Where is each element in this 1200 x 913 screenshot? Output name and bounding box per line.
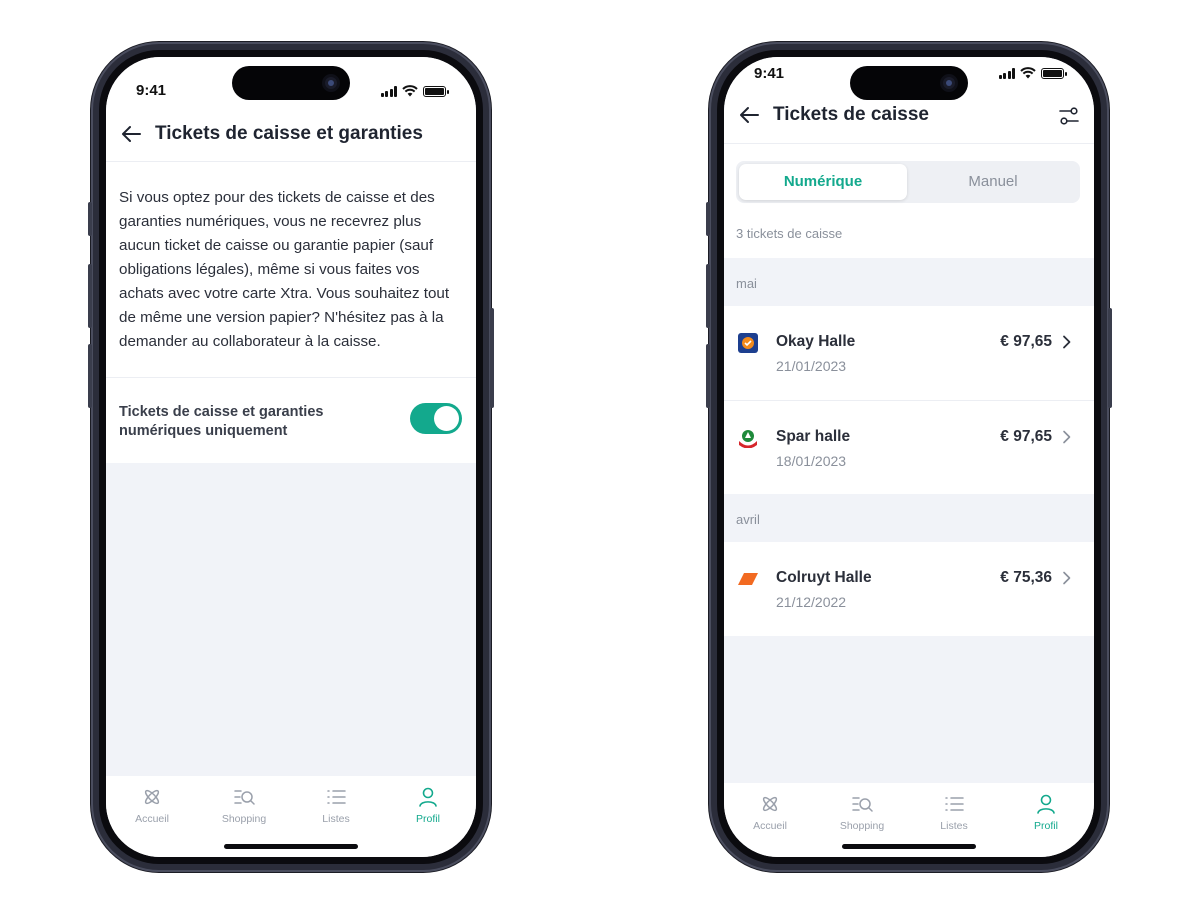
store-name: Spar halle [776,428,851,445]
dynamic-island [850,66,968,100]
signal-icon [998,68,1015,79]
list-icon [327,790,346,804]
page-title: Tickets de caisse [773,104,929,125]
tab-profil[interactable]: Profil [382,776,474,825]
status-time: 9:41 [754,65,785,82]
tab-profil[interactable]: Profil [1000,783,1092,832]
tab-listes[interactable]: Listes [290,776,382,825]
receipt-date: 21/01/2023 [776,358,847,374]
tab-label: Listes [322,813,350,825]
receipt-amount: € 97,65 [1000,428,1052,445]
tab-label: Profil [416,813,440,825]
tab-manuel[interactable]: Manuel [909,164,1077,200]
phone-left: 9:41 Tickets de caisse et garanties Si v… [88,42,494,872]
wifi-icon [1020,67,1036,79]
filter-icon[interactable] [1058,105,1080,127]
store-name: Okay Halle [776,333,856,350]
receipt-amount: € 75,36 [1000,569,1052,586]
back-arrow-icon[interactable] [738,104,760,126]
back-arrow-icon[interactable] [120,123,142,145]
tab-label: Listes [940,820,968,832]
tab-numerique[interactable]: Numérique [739,164,907,200]
list-icon [945,797,964,811]
receipt-count: 3 tickets de caisse [736,226,843,241]
status-time: 9:41 [136,82,167,99]
receipt-date: 18/01/2023 [776,453,847,469]
segmented-control: Numérique Manuel [736,161,1080,203]
chevron-right-icon [1063,335,1071,349]
screen-right: 9:41 Tickets de caisse Numérique Manuel … [724,57,1094,857]
status-icons [998,67,1067,79]
store-name: Colruyt Halle [776,569,872,586]
tab-label: Shopping [839,820,885,832]
chevron-right-icon [1063,571,1071,585]
tab-accueil[interactable]: Accueil [106,776,198,825]
digital-receipts-toggle[interactable] [410,403,462,434]
phone-right: 9:41 Tickets de caisse Numérique Manuel … [706,42,1112,872]
tab-shopping[interactable]: Shopping [198,776,290,825]
tab-shopping[interactable]: Shopping [816,783,908,832]
tab-label: Profil [1034,820,1058,832]
receipts-panel: Numérique Manuel 3 tickets de caisse [724,144,1094,258]
bottom-nav: Accueil Shopping Listes Profil [724,783,1094,857]
okay-logo-icon [738,333,758,353]
home-indicator [842,844,976,849]
chevron-right-icon [1063,430,1071,444]
page-title: Tickets de caisse et garanties [155,123,423,144]
month-header: avril [724,494,1094,542]
bottom-nav: Accueil Shopping Listes Profil [106,776,476,857]
battery-icon [1041,68,1067,79]
status-icons [380,85,449,97]
shopping-search-icon [852,797,873,812]
receipt-amount: € 97,65 [1000,333,1052,350]
camera-icon [940,74,958,92]
tab-accueil[interactable]: Accueil [724,783,816,832]
signal-icon [380,86,397,97]
tab-label: Shopping [221,813,267,825]
receipt-row[interactable]: Colruyt Halle 21/12/2022 € 75,36 [724,542,1094,636]
month-label: avril [736,512,760,527]
receipt-row[interactable]: Spar halle 18/01/2023 € 97,65 [724,400,1094,494]
tab-listes[interactable]: Listes [908,783,1000,832]
dynamic-island [232,66,350,100]
screen-left: 9:41 Tickets de caisse et garanties Si v… [106,57,476,857]
profile-icon [1037,794,1055,814]
wifi-icon [402,85,418,97]
shopping-search-icon [234,790,255,805]
home-icon [144,789,160,805]
toggle-label: Tickets de caisse et garanties numérique… [119,404,324,439]
tab-label: Accueil [753,820,787,832]
info-card: Si vous optez pour des tickets de caisse… [106,162,476,377]
receipt-row[interactable]: Okay Halle 21/01/2023 € 97,65 [724,306,1094,400]
battery-icon [423,86,449,97]
month-header: mai [724,258,1094,306]
home-icon [762,796,778,812]
info-text: Si vous optez pour des tickets de caisse… [119,189,450,350]
profile-icon [419,787,437,807]
toggle-row: Tickets de caisse et garanties numérique… [106,377,476,463]
camera-icon [322,74,340,92]
colruyt-logo-icon [738,573,758,585]
receipt-date: 21/12/2022 [776,594,847,610]
home-indicator [224,844,358,849]
tab-label: Accueil [135,813,169,825]
spar-logo-icon [738,428,758,448]
month-label: mai [736,276,757,291]
